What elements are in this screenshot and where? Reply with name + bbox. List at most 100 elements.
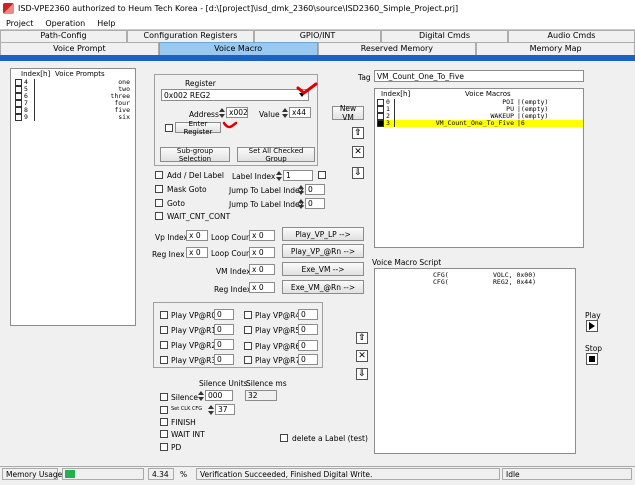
- delete-label-checkbox[interactable]: [280, 434, 288, 442]
- tab-voice-macro[interactable]: Voice Macro: [158, 42, 318, 55]
- play-vp-r1-field[interactable]: 0: [214, 324, 234, 335]
- list-item[interactable]: CFG(REG2, 0x44): [375, 279, 575, 286]
- mask-goto-checkbox[interactable]: [155, 185, 163, 193]
- play-vp-r0-field[interactable]: 0: [214, 309, 234, 320]
- subgroup-selection-button[interactable]: Sub-group Selection: [160, 147, 230, 163]
- tab-gpio-int[interactable]: GPIO/INT: [254, 30, 381, 42]
- wait-int-checkbox[interactable]: [160, 430, 168, 438]
- down-arrow-icon[interactable]: ⇩: [352, 167, 364, 179]
- enter-register-checkbox[interactable]: [165, 124, 173, 132]
- row-name: one: [34, 79, 130, 86]
- play-vp-r6-field[interactable]: 0: [298, 340, 318, 351]
- menu-project[interactable]: Project: [0, 19, 39, 28]
- set-clk-spinner-icon[interactable]: [208, 404, 214, 415]
- list-item[interactable]: 0 POI |(empty): [377, 99, 583, 106]
- play-vp-r3-checkbox[interactable]: [160, 356, 168, 364]
- voice-prompts-list[interactable]: Index[h] Voice Prompts 4 one 5 two 6 three …: [10, 68, 136, 326]
- play-vp-r3-field[interactable]: 0: [214, 354, 234, 365]
- set-all-checked-group-button[interactable]: Set All Checked Group: [237, 147, 315, 163]
- register-select[interactable]: 0x002 REG2: [161, 89, 309, 101]
- tab-configuration-registers[interactable]: Configuration Registers: [127, 30, 254, 42]
- stop-icon[interactable]: [586, 353, 598, 365]
- set-clk-cfg-field[interactable]: 37: [215, 404, 235, 415]
- menu-operation[interactable]: Operation: [39, 19, 91, 28]
- play-vp-r6-checkbox[interactable]: [244, 342, 252, 350]
- list-item[interactable]: 8 five: [15, 107, 135, 114]
- status-bar: Memory Usage 4.34 % Verification Succeed…: [0, 466, 635, 480]
- play-vp-r4-checkbox[interactable]: [244, 311, 252, 319]
- value-spinner-icon[interactable]: [282, 107, 288, 118]
- silence-spinner-icon[interactable]: [198, 390, 204, 401]
- voice-macro-script-list[interactable]: CFG(VOLC, 0x00) CFG(REG2, 0x44): [374, 268, 576, 454]
- jump-2-spinner-icon[interactable]: [298, 198, 304, 209]
- delete-x-icon[interactable]: ✕: [356, 350, 368, 362]
- vp-index-label: Vp Index: [155, 233, 188, 242]
- label-index-field[interactable]: 1: [283, 170, 313, 181]
- finish-checkbox[interactable]: [160, 418, 168, 426]
- play-vp-r2-field[interactable]: 0: [214, 339, 234, 350]
- tab-voice-prompt[interactable]: Voice Prompt: [0, 42, 159, 55]
- play-icon[interactable]: [586, 320, 598, 332]
- tab-row-top: Path-Config Configuration Registers GPIO…: [0, 30, 635, 42]
- voice-macros-list[interactable]: Index[h] Voice Macros 0 POI |(empty) 1 PU |(…: [374, 88, 584, 248]
- tab-audio-cmds[interactable]: Audio Cmds: [508, 30, 635, 42]
- silence-units-field[interactable]: 000: [205, 390, 233, 401]
- enter-register-button[interactable]: Enter Register: [175, 120, 221, 136]
- vp-index-field[interactable]: x 0: [186, 230, 208, 241]
- memory-usage-fill: [65, 470, 75, 478]
- tab-path-config[interactable]: Path-Config: [0, 30, 127, 42]
- row-marker-icon: [15, 107, 22, 114]
- address-field[interactable]: x002: [226, 107, 248, 118]
- list-item[interactable]: CFG(VOLC, 0x00): [375, 272, 575, 279]
- play-vp-r4-field[interactable]: 0: [298, 309, 318, 320]
- play-vp-rn-button[interactable]: Play_VP_@Rn -->: [282, 244, 364, 258]
- play-vp-r5-field[interactable]: 0: [298, 324, 318, 335]
- reg-inex-field[interactable]: x 0: [186, 247, 208, 258]
- list-item[interactable]: 1 PU |(empty): [377, 106, 583, 113]
- memory-usage-bar: [62, 468, 144, 480]
- loop-count-field-1[interactable]: x 0: [249, 230, 275, 241]
- address-spinner-icon[interactable]: [219, 107, 225, 118]
- reg-index-field[interactable]: x 0: [249, 282, 275, 293]
- goto-label: Goto: [167, 199, 185, 208]
- stop-label: Stop: [585, 344, 603, 353]
- play-vp-r7-field[interactable]: 0: [298, 354, 318, 365]
- list-item[interactable]: 9 six: [15, 114, 135, 121]
- exe-vm-rn-button[interactable]: Exe_VM_@Rn -->: [282, 280, 364, 294]
- up-arrow-icon[interactable]: ⇧: [352, 127, 364, 139]
- tab-digital-cmds[interactable]: Digital Cmds: [381, 30, 508, 42]
- play-vp-lp-button[interactable]: Play_VP_LP -->: [282, 227, 364, 241]
- value-field[interactable]: x44: [289, 107, 311, 118]
- jump-field-1-wrap: 0: [298, 184, 325, 195]
- set-clk-cfg-checkbox[interactable]: [160, 406, 168, 414]
- menu-help[interactable]: Help: [91, 19, 121, 28]
- jump-field-1[interactable]: 0: [305, 184, 325, 195]
- new-vm-button[interactable]: New VM: [332, 104, 364, 122]
- tab-reserved-memory[interactable]: Reserved Memory: [317, 42, 477, 55]
- jump-1-spinner-icon[interactable]: [298, 184, 304, 195]
- play-vp-r2-checkbox[interactable]: [160, 341, 168, 349]
- play-vp-r0-checkbox[interactable]: [160, 311, 168, 319]
- goto-checkbox[interactable]: [155, 199, 163, 207]
- play-vp-r7-checkbox[interactable]: [244, 356, 252, 364]
- down-arrow-icon[interactable]: ⇩: [356, 368, 368, 380]
- play-vp-r5-checkbox[interactable]: [244, 326, 252, 334]
- list-item-selected[interactable]: 3 VM_Count_One_To_Five |6: [377, 120, 583, 127]
- loop-count-field-2[interactable]: x 0: [249, 247, 275, 258]
- pd-checkbox[interactable]: [160, 443, 168, 451]
- vm-index-field[interactable]: x 0: [249, 264, 275, 275]
- silence-checkbox[interactable]: [160, 393, 168, 401]
- wait-cnt-cont-checkbox[interactable]: [155, 212, 163, 220]
- tag-input[interactable]: VM_Count_One_To_Five: [374, 70, 584, 82]
- play-vp-r1-checkbox[interactable]: [160, 326, 168, 334]
- row-marker-icon: [377, 113, 384, 120]
- add-del-label-checkbox[interactable]: [155, 171, 163, 179]
- label-index-checkbox[interactable]: [318, 171, 326, 179]
- label-index-spinner-icon[interactable]: [276, 170, 282, 181]
- exe-vm-button[interactable]: Exe_VM -->: [282, 262, 364, 276]
- delete-x-icon[interactable]: ✕: [352, 146, 364, 158]
- tab-memory-map[interactable]: Memory Map: [476, 42, 635, 55]
- jump-field-2[interactable]: 0: [305, 198, 325, 209]
- up-arrow-icon[interactable]: ⇧: [356, 332, 368, 344]
- list-item[interactable]: 4 one: [15, 79, 135, 86]
